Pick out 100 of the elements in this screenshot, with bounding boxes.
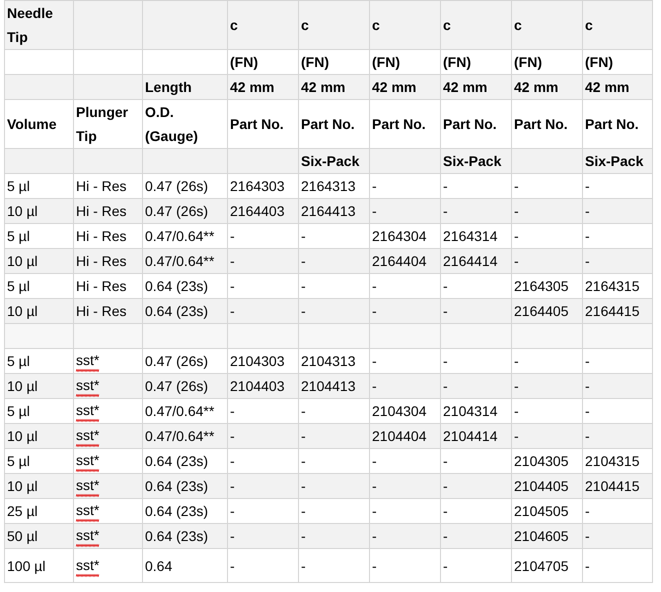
table-cell: 2104315 (585, 453, 640, 469)
table-cell: 2164405 (514, 303, 569, 319)
table-cell: 2104403 (230, 378, 285, 394)
table-cell: - (585, 503, 590, 519)
table-cell: Hi - Res (76, 178, 127, 194)
table-cell: Hi - Res (76, 203, 127, 219)
table-cell: - (301, 278, 306, 294)
table-cell: 2104314 (443, 403, 498, 419)
table-cell: 2164404 (372, 253, 427, 269)
table-cell: - (585, 228, 590, 244)
table-cell: 0.64 (23s) (145, 278, 208, 294)
table-cell: 2164313 (301, 178, 356, 194)
column-header: Part No. (301, 116, 355, 132)
table-cell: - (514, 228, 519, 244)
table-cell: - (372, 453, 377, 469)
table-cell: - (301, 503, 306, 519)
table-cell: - (230, 403, 235, 419)
table-cell: sst* (76, 452, 100, 472)
table-cell: 0.47 (26s) (145, 353, 208, 369)
table-cell: 0.47/0.64** (145, 253, 214, 269)
table-cell: - (372, 528, 377, 544)
table-cell: - (514, 428, 519, 444)
table-cell: 2104413 (301, 378, 356, 394)
table-cell: 5 µl (7, 228, 30, 244)
table-cell: 0.64 (23s) (145, 453, 208, 469)
table-cell: 0.47 (26s) (145, 378, 208, 394)
table-cell: - (585, 253, 590, 269)
table-cell: Hi - Res (76, 253, 127, 269)
column-header: Part No. (585, 116, 639, 132)
column-header: Part No. (514, 116, 568, 132)
column-header: c (443, 17, 451, 33)
column-header: (FN) (230, 54, 258, 70)
column-header: Needle Tip (7, 5, 53, 45)
table-cell: - (514, 403, 519, 419)
table-cell: 5 µl (7, 403, 30, 419)
table-cell: - (443, 378, 448, 394)
table-cell: 0.47 (26s) (145, 178, 208, 194)
table-cell: - (372, 558, 377, 574)
table-cell: Hi - Res (76, 278, 127, 294)
table-cell: - (585, 353, 590, 369)
table-cell: 0.47 (26s) (145, 203, 208, 219)
table-cell: - (443, 178, 448, 194)
table-cell: 2104505 (514, 503, 569, 519)
table-cell: 0.64 (23s) (145, 503, 208, 519)
column-header: Plunger Tip (76, 104, 128, 144)
table-cell: - (301, 428, 306, 444)
table-cell: - (443, 558, 448, 574)
table-cell: - (372, 203, 377, 219)
table-cell: - (514, 203, 519, 219)
table-cell: 0.64 (23s) (145, 303, 208, 319)
table-cell: Hi - Res (76, 303, 127, 319)
column-header: c (372, 17, 380, 33)
table-cell: - (230, 278, 235, 294)
table-cell: - (514, 353, 519, 369)
table-cell: 5 µl (7, 278, 30, 294)
table-cell: 2164403 (230, 203, 285, 219)
table-cell: - (301, 253, 306, 269)
table-cell: - (230, 303, 235, 319)
table-cell: - (514, 378, 519, 394)
column-header: 42 mm (443, 79, 488, 95)
table-cell: 2164315 (585, 278, 640, 294)
column-header: (FN) (514, 54, 542, 70)
table-cell: 10 µl (7, 203, 38, 219)
table-cell: 2104405 (514, 478, 569, 494)
table-cell: - (585, 203, 590, 219)
column-header: 42 mm (514, 79, 558, 95)
column-header: Part No. (230, 116, 284, 132)
table-cell: - (585, 178, 590, 194)
column-header: (FN) (372, 54, 400, 70)
table-cell: - (230, 528, 235, 544)
table-cell: 10 µl (7, 378, 38, 394)
table-cell: - (443, 303, 448, 319)
column-header: c (301, 17, 309, 33)
column-header: Part No. (443, 116, 497, 132)
column-header: Part No. (372, 116, 426, 132)
table-cell: - (230, 428, 235, 444)
table-cell: 2164415 (585, 303, 640, 319)
table-cell: 0.64 (145, 558, 172, 574)
table-cell: - (301, 403, 306, 419)
table-cell: 2164414 (443, 253, 498, 269)
table-cell: 0.47/0.64** (145, 428, 214, 444)
column-header: 42 mm (372, 79, 416, 95)
table-cell: - (443, 453, 448, 469)
table-cell: - (372, 378, 377, 394)
table-cell: 0.47/0.64** (145, 403, 214, 419)
table-cell: - (230, 503, 235, 519)
table-cell: 10 µl (7, 303, 38, 319)
table-cell: 10 µl (7, 253, 38, 269)
table-cell: - (443, 478, 448, 494)
column-header: 42 mm (585, 79, 630, 95)
table-cell: 10 µl (7, 428, 38, 444)
table-cell: 2104414 (443, 428, 498, 444)
table-cell: - (372, 503, 377, 519)
table-cell: - (585, 428, 590, 444)
table-cell: - (230, 453, 235, 469)
table-cell: 2104404 (372, 428, 427, 444)
table-cell: 2104415 (585, 478, 640, 494)
table-cell: 5 µl (7, 178, 30, 194)
table-cell: 2164304 (372, 228, 427, 244)
table-cell: - (301, 558, 306, 574)
